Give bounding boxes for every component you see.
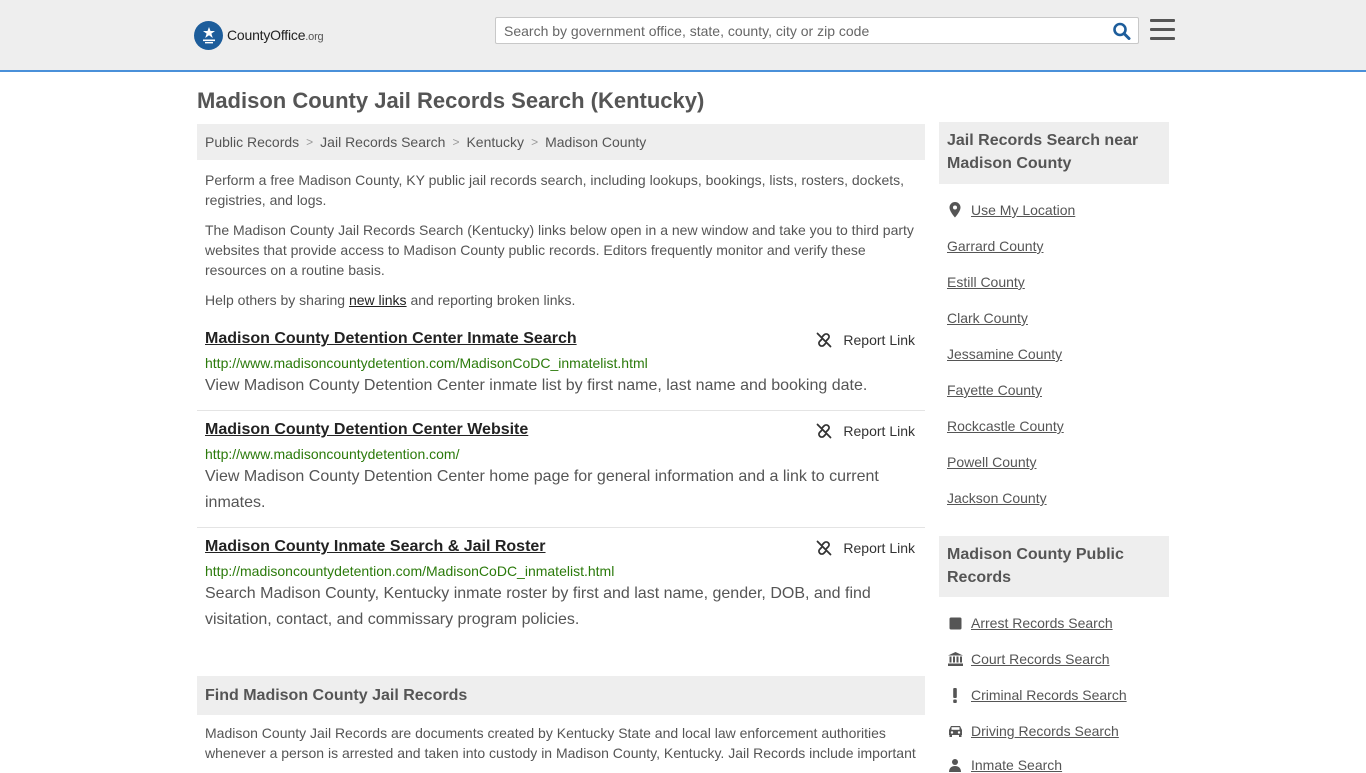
page-title: Madison County Jail Records Search (Kent… [197, 88, 705, 113]
breadcrumb-separator: > [306, 135, 314, 149]
nearby-county-link[interactable]: Jackson County [947, 490, 1047, 506]
courthouse-icon [947, 651, 963, 667]
result-url: http://madisoncountydetention.com/Madiso… [205, 563, 615, 579]
use-location-label: Use My Location [971, 202, 1076, 218]
inmate-search-label: Inmate Search [971, 757, 1063, 773]
report-link-button[interactable]: Report Link [816, 540, 915, 556]
report-link-label: Report Link [843, 540, 915, 556]
breadcrumb-jail-records-search[interactable]: Jail Records Search [320, 134, 445, 150]
square-icon [947, 615, 963, 631]
breadcrumb: Public Records > Jail Records Search > K… [197, 124, 925, 160]
search-icon [1113, 22, 1131, 40]
arrest-records-label: Arrest Records Search [971, 615, 1113, 631]
intro-paragraph: Perform a free Madison County, KY public… [205, 172, 905, 208]
result-description: Search Madison County, Kentucky inmate r… [205, 585, 871, 628]
menu-bar-icon [1150, 37, 1175, 40]
result-item: Madison County Detention Center Website … [197, 421, 925, 528]
find-records-body: Madison County Jail Records are document… [205, 725, 916, 761]
result-item: Madison County Inmate Search & Jail Rost… [197, 538, 925, 638]
court-records-link[interactable]: Court Records Search [947, 651, 1110, 667]
search-bar [495, 17, 1139, 44]
search-input[interactable] [496, 18, 1122, 43]
arrest-records-link[interactable]: Arrest Records Search [947, 615, 1113, 631]
breadcrumb-separator: > [531, 135, 539, 149]
nearby-county-link[interactable]: Rockcastle County [947, 418, 1064, 434]
breadcrumb-public-records[interactable]: Public Records [205, 134, 299, 150]
nearby-heading: Jail Records Search near Madison County [939, 122, 1169, 184]
report-link-button[interactable]: Report Link [816, 423, 915, 439]
nearby-county-link[interactable]: Garrard County [947, 238, 1043, 254]
search-button[interactable] [1112, 22, 1132, 40]
find-records-heading: Find Madison County Jail Records [197, 676, 925, 715]
disclaimer-paragraph: The Madison County Jail Records Search (… [205, 222, 914, 278]
inmate-search-link[interactable]: Inmate Search [947, 757, 1062, 773]
report-link-button[interactable]: Report Link [816, 332, 915, 348]
result-description: View Madison County Detention Center inm… [205, 377, 868, 394]
result-title-link[interactable]: Madison County Detention Center Inmate S… [205, 330, 577, 348]
site-logo[interactable]: CountyOffice.org [194, 20, 324, 50]
map-marker-icon [947, 202, 963, 218]
result-description: View Madison County Detention Center hom… [205, 468, 879, 511]
breadcrumb-madison-county: Madison County [545, 134, 647, 150]
report-link-label: Report Link [843, 332, 915, 348]
broken-link-icon [817, 540, 832, 556]
result-title-link[interactable]: Madison County Detention Center Website [205, 421, 528, 439]
broken-link-icon [817, 332, 832, 348]
share-text: and reporting broken links. [406, 292, 576, 308]
site-header: CountyOffice.org [0, 0, 1366, 72]
breadcrumb-separator: > [452, 135, 460, 149]
new-links-link[interactable]: new links [349, 292, 407, 308]
car-icon [947, 723, 963, 739]
inmate-icon [947, 757, 963, 773]
criminal-records-label: Criminal Records Search [971, 687, 1127, 703]
public-records-heading: Madison County Public Records [939, 536, 1169, 597]
result-title-link[interactable]: Madison County Inmate Search & Jail Rost… [205, 538, 546, 556]
court-records-label: Court Records Search [971, 651, 1110, 667]
driving-records-label: Driving Records Search [971, 723, 1119, 739]
menu-bar-icon [1150, 19, 1175, 22]
nearby-county-link[interactable]: Clark County [947, 310, 1028, 326]
broken-link-icon [817, 423, 832, 439]
share-text: Help others by sharing [205, 292, 349, 308]
report-link-label: Report Link [843, 423, 915, 439]
share-links-paragraph: Help others by sharing new links and rep… [205, 290, 920, 310]
exclamation-icon [947, 687, 963, 703]
driving-records-link[interactable]: Driving Records Search [947, 723, 1119, 739]
result-url: http://www.madisoncountydetention.com/Ma… [205, 355, 648, 371]
nearby-county-link[interactable]: Fayette County [947, 382, 1042, 398]
result-item: Madison County Detention Center Inmate S… [197, 330, 925, 411]
nearby-county-link[interactable]: Jessamine County [947, 346, 1062, 362]
hamburger-menu-button[interactable] [1150, 19, 1175, 41]
use-my-location-link[interactable]: Use My Location [947, 202, 1075, 218]
result-url: http://www.madisoncountydetention.com/ [205, 446, 460, 462]
nearby-county-link[interactable]: Powell County [947, 454, 1037, 470]
logo-emblem-icon [194, 20, 223, 50]
breadcrumb-kentucky[interactable]: Kentucky [466, 134, 524, 150]
criminal-records-link[interactable]: Criminal Records Search [947, 687, 1127, 703]
menu-bar-icon [1150, 28, 1175, 31]
logo-wordmark: CountyOffice.org [227, 27, 324, 43]
nearby-county-link[interactable]: Estill County [947, 274, 1025, 290]
